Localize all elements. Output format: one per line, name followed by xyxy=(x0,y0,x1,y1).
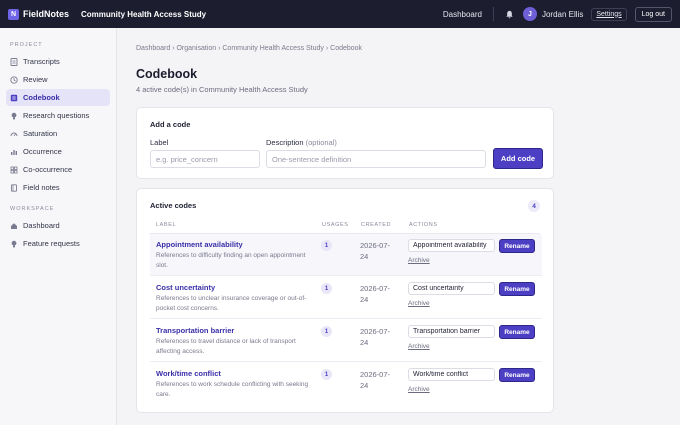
sidebar-item-saturation[interactable]: Saturation xyxy=(6,125,110,142)
archive-link[interactable]: Archive xyxy=(408,300,430,307)
optional-text: (optional) xyxy=(305,138,337,147)
gauge-icon xyxy=(10,130,18,138)
sidebar-item-label: Review xyxy=(23,75,48,84)
sidebar-item-label: Field notes xyxy=(23,183,60,192)
bulb-icon xyxy=(10,112,18,120)
sidebar-item-label: Transcripts xyxy=(23,57,60,66)
rename-button[interactable]: Rename xyxy=(499,282,535,296)
nav-dashboard-link[interactable]: Dashboard xyxy=(443,10,482,19)
created-date: 2026-07-24 xyxy=(360,284,391,304)
sidebar-section-project: PROJECT xyxy=(10,42,43,48)
sidebar-item-research-questions[interactable]: Research questions xyxy=(6,107,110,124)
sidebar-item-transcripts[interactable]: Transcripts xyxy=(6,53,110,70)
codes-count-badge: 4 xyxy=(528,200,540,212)
avatar[interactable]: J xyxy=(522,7,537,21)
code-label: Appointment availability xyxy=(156,240,243,249)
active-codes-title: Active codes xyxy=(150,201,197,210)
table-row: Work/time conflict References to work sc… xyxy=(150,363,542,405)
usage-count: 1 xyxy=(321,326,332,337)
brand[interactable]: N FieldNotes xyxy=(8,8,70,20)
tag-icon xyxy=(10,94,18,102)
usage-count: 1 xyxy=(321,240,332,251)
description-field-label: Description (optional) xyxy=(266,138,337,147)
document-icon xyxy=(10,57,18,66)
label-input[interactable] xyxy=(150,150,260,168)
rename-input[interactable] xyxy=(408,325,495,338)
top-bar: N FieldNotes Community Health Access Stu… xyxy=(0,0,680,28)
active-codes-card: Active codes 4 LABEL USAGES CREATED ACTI… xyxy=(136,188,554,413)
fieldnotes-logo-icon: N xyxy=(8,8,19,20)
bell-icon[interactable] xyxy=(505,9,515,19)
code-label: Cost uncertainty xyxy=(156,283,216,292)
table-row: Transportation barrier References to tra… xyxy=(150,320,542,362)
bulb-icon xyxy=(10,240,18,248)
user-name: Jordan Ellis xyxy=(541,9,584,19)
rename-input[interactable] xyxy=(408,239,495,252)
usage-count: 1 xyxy=(321,283,332,294)
page-title: Codebook xyxy=(136,67,198,81)
sidebar-item-dashboard[interactable]: Dashboard xyxy=(6,217,110,234)
column-header-usages: USAGES xyxy=(322,222,349,228)
table-row: Appointment availability References to d… xyxy=(150,234,542,276)
sidebar-item-field-notes[interactable]: Field notes xyxy=(6,179,110,196)
sidebar: PROJECT Transcripts Review Codebook Rese… xyxy=(0,28,117,425)
breadcrumb[interactable]: Dashboard › Organisation › Community Hea… xyxy=(136,45,362,52)
home-icon xyxy=(10,222,18,230)
divider xyxy=(492,7,494,21)
description-input[interactable] xyxy=(266,150,486,168)
description-text: Description xyxy=(266,138,304,147)
created-date: 2026-07-24 xyxy=(360,241,391,261)
page-subtitle: 4 active code(s) in Community Health Acc… xyxy=(136,85,308,94)
created-date: 2026-07-24 xyxy=(360,370,391,390)
sidebar-item-feature-requests[interactable]: Feature requests xyxy=(6,235,110,252)
bar-chart-icon xyxy=(10,148,18,156)
sidebar-item-codebook[interactable]: Codebook xyxy=(6,89,110,106)
sidebar-section-workspace: WORKSPACE xyxy=(10,206,55,212)
rename-button[interactable]: Rename xyxy=(499,325,535,339)
code-label: Transportation barrier xyxy=(156,326,235,335)
sidebar-item-co-occurrence[interactable]: Co-occurrence xyxy=(6,161,110,178)
rename-button[interactable]: Rename xyxy=(499,239,535,253)
rename-input[interactable] xyxy=(408,282,495,295)
sidebar-item-label: Codebook xyxy=(23,93,60,102)
code-description: References to work schedule conflicting … xyxy=(156,381,309,398)
brand-name: FieldNotes xyxy=(23,9,70,19)
sidebar-item-label: Saturation xyxy=(23,129,58,138)
usage-count: 1 xyxy=(321,369,332,380)
sidebar-item-label: Dashboard xyxy=(23,221,60,230)
add-code-card: Add a code Label Description (optional) … xyxy=(136,107,554,179)
created-date: 2026-07-24 xyxy=(360,327,391,347)
sidebar-item-occurrence[interactable]: Occurrence xyxy=(6,143,110,160)
sidebar-item-label: Feature requests xyxy=(23,239,80,248)
table-row: Cost uncertainty References to unclear i… xyxy=(150,277,542,319)
grid-icon xyxy=(10,166,18,174)
notebook-icon xyxy=(10,183,18,192)
clock-icon xyxy=(10,75,18,84)
column-header-actions: ACTIONS xyxy=(409,222,438,228)
archive-link[interactable]: Archive xyxy=(408,257,430,264)
add-code-title: Add a code xyxy=(150,120,191,129)
code-label: Work/time conflict xyxy=(156,369,221,378)
column-header-created: CREATED xyxy=(361,222,392,228)
column-header-label: LABEL xyxy=(156,222,177,228)
sidebar-item-label: Research questions xyxy=(23,111,90,120)
code-description: References to difficulty finding an open… xyxy=(156,252,306,269)
code-description: References to travel distance or lack of… xyxy=(156,338,296,355)
logout-button[interactable]: Log out xyxy=(634,6,672,22)
archive-link[interactable]: Archive xyxy=(408,386,430,393)
rename-input[interactable] xyxy=(408,368,495,381)
sidebar-item-review[interactable]: Review xyxy=(6,71,110,88)
add-code-button[interactable]: Add code xyxy=(493,148,543,169)
sidebar-item-label: Co-occurrence xyxy=(23,165,73,174)
archive-link[interactable]: Archive xyxy=(408,343,430,350)
label-field-label: Label xyxy=(150,138,168,147)
sidebar-item-label: Occurrence xyxy=(23,147,62,156)
code-description: References to unclear insurance coverage… xyxy=(156,295,307,312)
study-title: Community Health Access Study xyxy=(81,9,207,19)
settings-link[interactable]: Settings xyxy=(591,7,627,21)
rename-button[interactable]: Rename xyxy=(499,368,535,382)
label-text: Label xyxy=(150,138,169,147)
